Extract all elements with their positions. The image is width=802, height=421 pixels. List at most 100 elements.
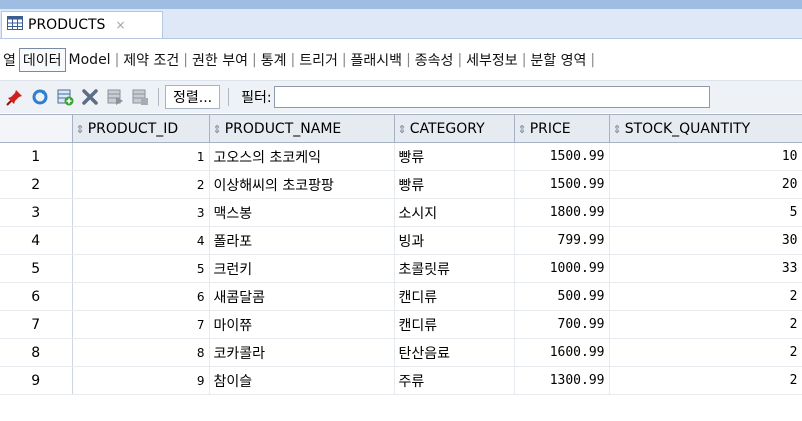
subtab-model[interactable]: Model (66, 52, 114, 68)
subtab-grants[interactable]: 권한 부여 (189, 50, 251, 70)
cell-price[interactable]: 1500.99 (514, 142, 610, 171)
subtab-partitions[interactable]: 분할 영역 (527, 50, 589, 70)
cell-product-id[interactable]: 5 (72, 254, 210, 283)
table-row[interactable]: 3 3 맥스봉 소시지 1800.99 5 (0, 198, 802, 227)
subtab-data[interactable]: 데이터 (18, 47, 66, 72)
sort-button[interactable]: 정렬... (165, 85, 221, 109)
sort-arrows-icon: ⇕ (397, 122, 407, 136)
table-row[interactable]: 8 8 코카콜라 탄산음료 1600.99 2 (0, 338, 802, 367)
commit-icon[interactable] (105, 87, 125, 107)
column-header-label: CATEGORY (409, 120, 485, 137)
cell-product-id[interactable]: 8 (72, 338, 210, 367)
toolbar-separator (228, 88, 230, 106)
toolbar-separator (158, 88, 159, 106)
row-number: 4 (0, 226, 73, 255)
data-grid: ⇕ PRODUCT_ID ⇕ PRODUCT_NAME ⇕ CATEGORY ⇕ PRI… (0, 114, 802, 395)
cell-product-name[interactable]: 마이쮸 (209, 310, 395, 339)
cell-product-name[interactable]: 고오스의 초코케익 (209, 142, 395, 171)
cell-stock-quantity[interactable]: 2 (609, 282, 802, 311)
cell-category[interactable]: 소시지 (394, 198, 515, 227)
cell-product-id[interactable]: 2 (72, 170, 210, 199)
cell-stock-quantity[interactable]: 10 (609, 142, 802, 171)
cell-price[interactable]: 799.99 (514, 226, 610, 255)
sort-arrows-icon: ⇕ (517, 122, 527, 136)
close-icon[interactable]: × (115, 18, 125, 32)
cell-product-name[interactable]: 코카콜라 (209, 338, 395, 367)
sort-arrows-icon: ⇕ (75, 122, 85, 136)
cell-product-name[interactable]: 이상해씨의 초코팡팡 (209, 170, 395, 199)
insert-row-icon[interactable] (55, 87, 75, 107)
column-header-label: PRICE (529, 120, 571, 137)
cell-price[interactable]: 1300.99 (514, 366, 610, 395)
cell-stock-quantity[interactable]: 2 (609, 338, 802, 367)
cell-category[interactable]: 주류 (394, 366, 515, 395)
cell-product-name[interactable]: 새콤달콤 (209, 282, 395, 311)
table-icon (7, 16, 23, 34)
cell-product-id[interactable]: 4 (72, 226, 210, 255)
table-row[interactable]: 4 4 폴라포 빙과 799.99 30 (0, 226, 802, 255)
delete-row-icon[interactable] (80, 87, 100, 107)
cell-product-id[interactable]: 7 (72, 310, 210, 339)
filter-input[interactable] (273, 86, 710, 108)
data-toolbar: 정렬... 필터: (0, 80, 802, 113)
cell-category[interactable]: 캔디류 (394, 282, 515, 311)
table-row[interactable]: 9 9 참이슬 주류 1300.99 2 (0, 366, 802, 395)
refresh-icon[interactable] (30, 87, 50, 107)
cell-price[interactable]: 700.99 (514, 310, 610, 339)
column-header-price[interactable]: ⇕ PRICE (513, 114, 610, 143)
cell-product-name[interactable]: 크런키 (209, 254, 395, 283)
cell-category[interactable]: 캔디류 (394, 310, 515, 339)
subtab-constraints[interactable]: 제약 조건 (120, 50, 182, 70)
cell-category[interactable]: 빵류 (394, 142, 515, 171)
cell-product-id[interactable]: 3 (72, 198, 210, 227)
cell-product-name[interactable]: 맥스봉 (209, 198, 395, 227)
column-header-stock-quantity[interactable]: ⇕ STOCK_QUANTITY (608, 114, 802, 143)
subtab-separator: | (590, 51, 596, 68)
subtab-statistics[interactable]: 통계 (258, 50, 290, 70)
cell-stock-quantity[interactable]: 2 (609, 366, 802, 395)
tab-products[interactable]: PRODUCTS × (1, 11, 163, 38)
table-row[interactable]: 7 7 마이쮸 캔디류 700.99 2 (0, 310, 802, 339)
cell-stock-quantity[interactable]: 5 (609, 198, 802, 227)
cell-category[interactable]: 빵류 (394, 170, 515, 199)
cell-stock-quantity[interactable]: 30 (609, 226, 802, 255)
column-header-product-name[interactable]: ⇕ PRODUCT_NAME (208, 114, 395, 143)
cell-category[interactable]: 탄산음료 (394, 338, 515, 367)
table-row[interactable]: 2 2 이상해씨의 초코팡팡 빵류 1500.99 20 (0, 170, 802, 199)
cell-category[interactable]: 빙과 (394, 226, 515, 255)
cell-stock-quantity[interactable]: 20 (609, 170, 802, 199)
cell-product-id[interactable]: 9 (72, 366, 210, 395)
sort-arrows-icon: ⇕ (212, 122, 222, 136)
cell-price[interactable]: 500.99 (514, 282, 610, 311)
cell-category[interactable]: 초콜릿류 (394, 254, 515, 283)
cell-product-name[interactable]: 참이슬 (209, 366, 395, 395)
column-header-label: PRODUCT_NAME (224, 120, 342, 137)
cell-price[interactable]: 1800.99 (514, 198, 610, 227)
cell-product-id[interactable]: 1 (72, 142, 210, 171)
subtab-separator: | (290, 51, 296, 68)
row-number: 8 (0, 338, 73, 367)
table-row[interactable]: 1 1 고오스의 초코케익 빵류 1500.99 10 (0, 142, 802, 171)
cell-stock-quantity[interactable]: 2 (609, 310, 802, 339)
subtab-separator: | (251, 51, 257, 68)
subtab-flashback[interactable]: 플래시백 (348, 50, 406, 70)
table-row[interactable]: 5 5 크런키 초콜릿류 1000.99 33 (0, 254, 802, 283)
editor-tab-bar: PRODUCTS × (0, 9, 802, 39)
subtab-separator: | (183, 51, 188, 68)
rollback-icon[interactable] (130, 87, 150, 107)
subtab-details[interactable]: 세부정보 (463, 50, 521, 70)
table-row[interactable]: 6 6 새콤달콤 캔디류 500.99 2 (0, 282, 802, 311)
row-number: 2 (0, 170, 73, 199)
cell-stock-quantity[interactable]: 33 (609, 254, 802, 283)
subtab-dependencies[interactable]: 종속성 (412, 50, 457, 70)
cell-price[interactable]: 1500.99 (514, 170, 610, 199)
pin-icon[interactable] (5, 87, 25, 107)
cell-price[interactable]: 1600.99 (514, 338, 610, 367)
cell-product-name[interactable]: 폴라포 (209, 226, 395, 255)
column-header-product-id[interactable]: ⇕ PRODUCT_ID (71, 114, 210, 143)
subtab-triggers[interactable]: 트리거 (296, 50, 341, 70)
cell-product-id[interactable]: 6 (72, 282, 210, 311)
column-header-category[interactable]: ⇕ CATEGORY (393, 114, 515, 143)
cell-price[interactable]: 1000.99 (514, 254, 610, 283)
subtab-columns[interactable]: 열 (0, 50, 19, 70)
